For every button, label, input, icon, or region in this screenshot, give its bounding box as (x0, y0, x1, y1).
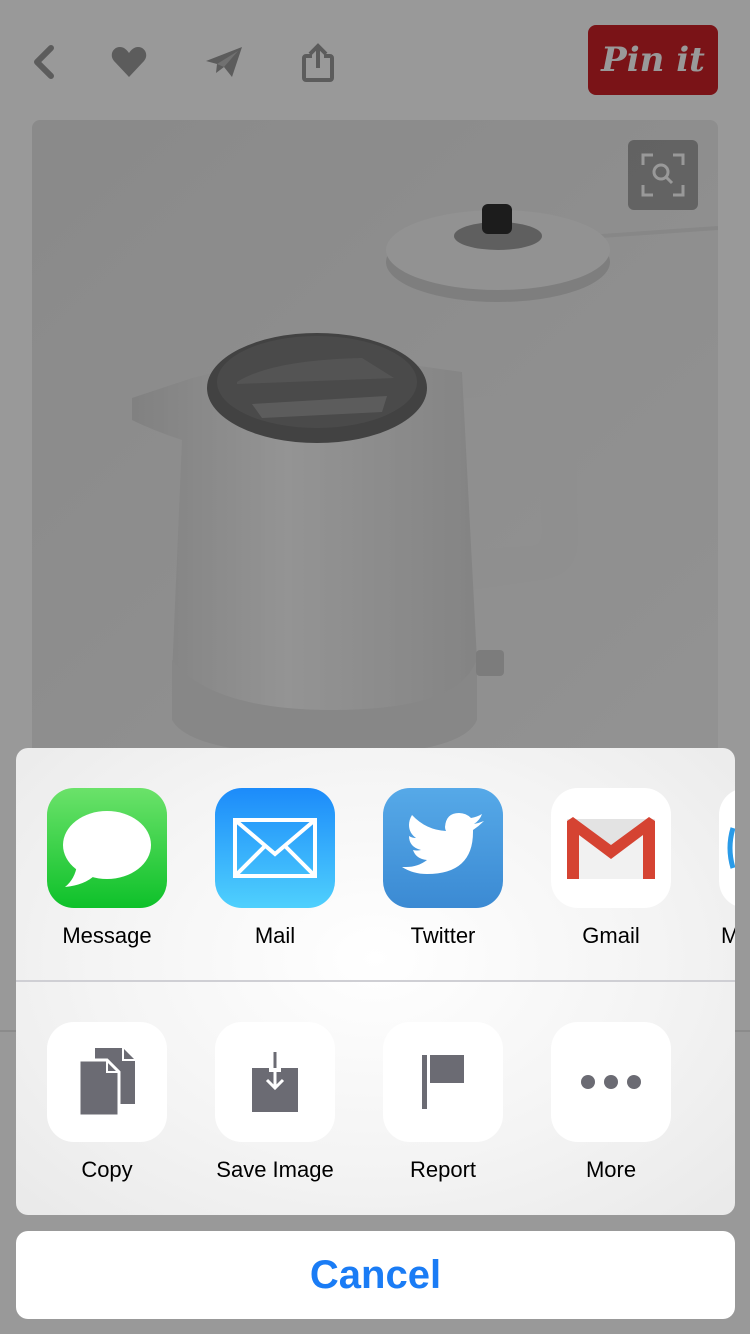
action-label: Copy (81, 1157, 133, 1182)
cancel-button[interactable]: Cancel (16, 1231, 735, 1319)
action-copy[interactable]: Copy (47, 1022, 167, 1183)
share-app-partial[interactable]: M (719, 788, 735, 949)
share-app-label: Message (62, 923, 152, 948)
action-label: Save Image (216, 1157, 334, 1182)
share-app-label: Twitter (410, 923, 476, 948)
action-more[interactable]: More (551, 1022, 671, 1183)
share-app-message[interactable]: Message (47, 788, 167, 949)
flag-icon[interactable] (383, 1022, 503, 1142)
save-image-icon[interactable] (215, 1022, 335, 1142)
action-label: More (585, 1157, 637, 1182)
gmail-icon[interactable] (551, 788, 671, 908)
partial-app-icon[interactable] (719, 788, 735, 908)
share-app-gmail[interactable]: Gmail (551, 788, 671, 949)
action-save-image[interactable]: Save Image (215, 1022, 335, 1183)
copy-icon[interactable] (47, 1022, 167, 1142)
share-app-label: Mail (254, 923, 296, 948)
share-apps-row[interactable]: Message Mail Twitter Gmail M (16, 748, 735, 981)
share-app-twitter[interactable]: Twitter (383, 788, 503, 949)
ellipsis-icon[interactable] (551, 1022, 671, 1142)
share-sheet: Message Mail Twitter Gmail M Copy Save I… (16, 748, 735, 1215)
share-app-mail[interactable]: Mail (215, 788, 335, 949)
share-actions-row[interactable]: Copy Save Image Report More (16, 982, 735, 1215)
twitter-bird-icon[interactable] (383, 788, 503, 908)
action-label: Report (409, 1157, 477, 1182)
messages-icon[interactable] (47, 788, 167, 908)
mail-icon[interactable] (215, 788, 335, 908)
action-report[interactable]: Report (383, 1022, 503, 1183)
share-app-label: M (721, 923, 735, 948)
share-app-label: Gmail (582, 923, 640, 948)
